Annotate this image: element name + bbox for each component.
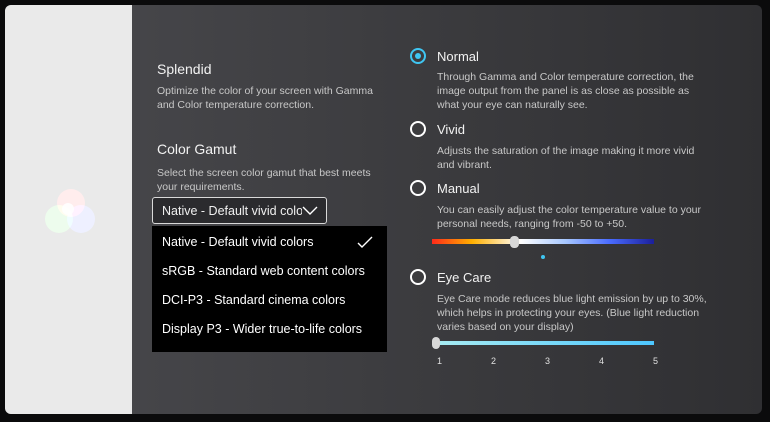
eye-care-tick-1: 1	[437, 356, 443, 366]
normal-label: Normal	[437, 49, 479, 64]
slider-default-marker	[541, 255, 545, 259]
menu-item-display-p3[interactable]: Display P3 - Wider true-to-life colors	[152, 315, 387, 344]
menu-item-dci-p3[interactable]: DCI-P3 - Standard cinema colors	[152, 286, 387, 315]
eye-care-tick-4: 4	[599, 356, 605, 366]
color-temperature-slider-track[interactable]	[432, 239, 654, 244]
color-wheel-logo-icon	[43, 189, 99, 237]
eye-care-level-slider-thumb[interactable]	[432, 337, 440, 349]
vivid-description-line-1: Adjusts the saturation of the image maki…	[437, 145, 695, 157]
menu-item-srgb[interactable]: sRGB - Standard web content colors	[152, 257, 387, 286]
splendid-description-line-1: Optimize the color of your screen with G…	[157, 85, 373, 97]
color-gamut-description-line-2: your requirements.	[157, 181, 245, 193]
color-gamut-select[interactable]: Native - Default vivid colors	[152, 197, 327, 224]
normal-description-line-3: what your eye can naturally see.	[437, 99, 588, 111]
eye-care-tick-3: 3	[545, 356, 551, 366]
eye-care-description-line-2: which helps in protecting your eyes. (Bl…	[437, 307, 700, 319]
eye-care-tick-5: 5	[653, 356, 659, 366]
eye-care-label: Eye Care	[437, 270, 492, 285]
color-gamut-dropdown-menu: Native - Default vivid colors sRGB - Sta…	[152, 226, 387, 352]
color-temperature-slider-thumb[interactable]	[510, 236, 519, 248]
color-gamut-description-line-1: Select the screen color gamut that best …	[157, 167, 371, 179]
vivid-label: Vivid	[437, 122, 465, 137]
radio-eye-care[interactable]	[410, 269, 426, 285]
eye-care-level-slider-track[interactable]	[435, 341, 654, 345]
normal-description-line-2: image output from the panel is as close …	[437, 85, 690, 97]
menu-item-label: Native - Default vivid colors	[162, 235, 314, 249]
vivid-description-line-2: and vibrant.	[437, 159, 492, 171]
color-gamut-title: Color Gamut	[157, 141, 237, 157]
manual-description-line-1: You can easily adjust the color temperat…	[437, 204, 702, 216]
manual-description-line-2: personal needs, ranging from -50 to +50.	[437, 218, 627, 230]
menu-item-label: sRGB - Standard web content colors	[162, 264, 365, 278]
splendid-description-line-2: and Color temperature correction.	[157, 99, 314, 111]
splendid-title: Splendid	[157, 61, 212, 77]
menu-item-native[interactable]: Native - Default vivid colors	[152, 228, 387, 257]
radio-normal[interactable]	[410, 48, 426, 64]
checkmark-icon	[357, 236, 373, 248]
radio-manual[interactable]	[410, 180, 426, 196]
eye-care-tick-2: 2	[491, 356, 497, 366]
eye-care-description-line-1: Eye Care mode reduces blue light emissio…	[437, 293, 707, 305]
menu-item-label: DCI-P3 - Standard cinema colors	[162, 293, 346, 307]
color-gamut-select-value: Native - Default vivid colors	[162, 203, 302, 218]
chevron-down-icon	[302, 206, 318, 215]
radio-vivid[interactable]	[410, 121, 426, 137]
manual-label: Manual	[437, 181, 480, 196]
sidebar	[5, 5, 132, 414]
eye-care-description-line-3: varies based on your display)	[437, 321, 574, 333]
menu-item-label: Display P3 - Wider true-to-life colors	[162, 322, 363, 336]
normal-description-line-1: Through Gamma and Color temperature corr…	[437, 71, 694, 83]
